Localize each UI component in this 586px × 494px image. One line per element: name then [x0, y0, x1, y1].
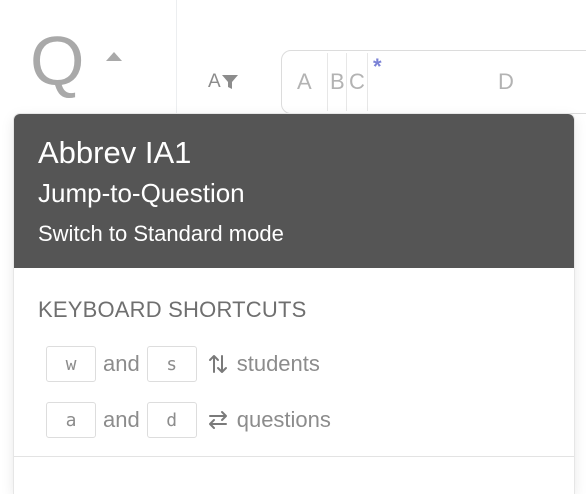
popover-header: Abbrev IA1 Jump-to-Question Switch to St…	[14, 114, 574, 268]
key-a: a	[46, 402, 96, 438]
answer-choice-d[interactable]: D	[498, 69, 514, 95]
popover-title: Abbrev IA1	[38, 135, 192, 170]
question-selector[interactable]: Q	[0, 0, 177, 130]
shortcut-row-students: w and s students	[46, 345, 320, 383]
grading-toolbar: Q A A B C D *	[0, 0, 586, 130]
divider	[367, 53, 368, 111]
keyboard-shortcuts-title: KEYBOARD SHORTCUTS	[38, 297, 307, 322]
shortcut-conjunction: and	[103, 351, 140, 376]
correct-answer-marker: *	[373, 54, 382, 79]
key-d: d	[146, 402, 197, 438]
sort-label: A	[208, 71, 221, 92]
switch-mode-link[interactable]: Switch to Standard mode	[38, 220, 284, 248]
divider	[346, 53, 347, 111]
sort-filter-button[interactable]: A	[208, 70, 238, 94]
shortcut-conjunction: and	[103, 407, 140, 432]
key-w: w	[46, 346, 96, 382]
question-letter[interactable]: Q	[30, 24, 84, 98]
up-down-arrows-icon	[207, 353, 229, 375]
left-right-arrows-icon	[207, 409, 229, 431]
answer-choice-b[interactable]: B	[330, 69, 345, 95]
popover-subtitle: Jump-to-Question	[38, 178, 245, 208]
shortcut-label-questions: questions	[236, 407, 331, 432]
answer-choice-a[interactable]: A	[297, 69, 312, 95]
divider	[14, 456, 574, 457]
caret-up-icon[interactable]	[106, 52, 122, 61]
question-info-popover: Abbrev IA1 Jump-to-Question Switch to St…	[14, 114, 574, 494]
filter-funnel-icon	[221, 75, 238, 89]
divider	[327, 53, 328, 111]
answer-choices-bar: A B C D	[281, 50, 586, 114]
shortcut-row-questions: a and d questions	[46, 401, 331, 439]
key-s: s	[146, 346, 197, 382]
answer-choice-c[interactable]: C	[349, 69, 365, 95]
shortcut-label-students: students	[236, 351, 320, 376]
